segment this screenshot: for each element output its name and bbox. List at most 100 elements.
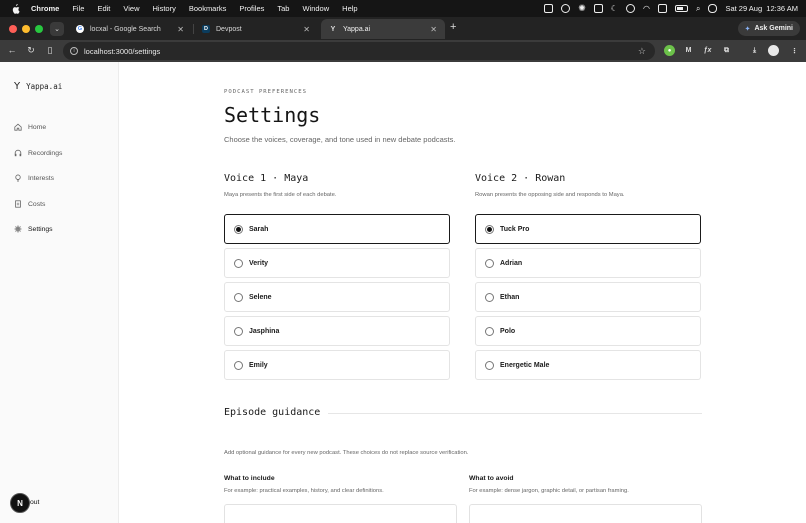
menu-tab[interactable]: Tab xyxy=(277,4,289,13)
address-bar[interactable]: i localhost:3000/settings ☆ xyxy=(63,42,655,60)
tab-devpost[interactable]: D Devpost ✕ xyxy=(194,19,318,39)
menu-help[interactable]: Help xyxy=(342,4,357,13)
sidebar-toggle-icon[interactable]: ▯ xyxy=(44,44,56,56)
voice-1-option[interactable]: Emily xyxy=(224,350,450,380)
zoom-window-button[interactable] xyxy=(35,25,43,33)
option-label: Emily xyxy=(249,361,268,369)
control-center-icon[interactable] xyxy=(708,4,718,13)
sidebar-item-label: Settings xyxy=(28,225,53,233)
brand[interactable]: Y Yappa.ai xyxy=(14,81,62,92)
include-textarea[interactable] xyxy=(224,504,457,523)
voice-2-option[interactable]: Ethan xyxy=(475,282,701,312)
sidebar-item-home[interactable]: Home xyxy=(14,120,46,134)
menu-window[interactable]: Window xyxy=(302,4,329,13)
brand-name: Yappa.ai xyxy=(26,82,63,91)
menu-app-chrome[interactable]: Chrome xyxy=(31,4,59,13)
sidebar-item-costs[interactable]: Costs xyxy=(14,197,45,211)
search-icon[interactable]: ⌕ xyxy=(696,4,700,14)
radio-icon[interactable] xyxy=(234,360,243,370)
menu-history[interactable]: History xyxy=(153,4,176,13)
status-app-icon[interactable] xyxy=(544,4,554,13)
menu-profiles[interactable]: Profiles xyxy=(239,4,264,13)
menu-edit[interactable]: Edit xyxy=(97,4,110,13)
site-info-icon[interactable]: i xyxy=(70,47,78,55)
moon-icon[interactable]: ☾ xyxy=(611,4,618,13)
radio-icon[interactable] xyxy=(485,360,494,370)
google-favicon-icon: G xyxy=(76,25,84,33)
radio-icon[interactable] xyxy=(234,292,243,302)
new-tab-plus-icon[interactable]: + xyxy=(450,21,456,33)
sidebar-item-interests[interactable]: Interests xyxy=(14,171,54,185)
activity-icon[interactable] xyxy=(657,4,667,13)
extension-m-icon[interactable]: M xyxy=(683,45,694,56)
extensions-puzzle-icon[interactable]: ⧉ xyxy=(721,45,732,56)
browser-toolbar: ← ↻ ▯ i localhost:3000/settings ☆ ● M ƒx… xyxy=(0,40,806,62)
radio-icon[interactable] xyxy=(234,258,243,268)
sidebar-item-recordings[interactable]: Recordings xyxy=(14,146,62,160)
minimize-window-button[interactable] xyxy=(22,25,30,33)
avoid-textarea[interactable] xyxy=(469,504,702,523)
extension-green-icon[interactable]: ● xyxy=(664,45,675,56)
option-label: Tuck Pro xyxy=(500,225,530,233)
gemini-sparkle-icon: ✦ xyxy=(744,25,751,33)
voice-2-option[interactable]: Polo xyxy=(475,316,701,346)
apple-logo-icon[interactable] xyxy=(10,3,20,14)
menu-view[interactable]: View xyxy=(123,4,139,13)
menu-file[interactable]: File xyxy=(72,4,84,13)
option-label: Polo xyxy=(500,327,516,335)
address-url[interactable]: localhost:3000/settings xyxy=(84,47,160,56)
close-tab-icon[interactable]: ✕ xyxy=(303,25,310,34)
voice-2-group: Voice 2 · Rowan Rowan presents the oppos… xyxy=(475,173,701,380)
sidebar-item-label: Home xyxy=(28,123,47,131)
voice-1-heading: Voice 1 · Maya xyxy=(224,173,309,184)
close-window-button[interactable] xyxy=(9,25,17,33)
radio-icon[interactable] xyxy=(485,292,494,302)
wifi-icon[interactable]: ◠ xyxy=(643,4,650,13)
sidebar-footer-link[interactable]: out xyxy=(30,499,39,506)
tab-yappa[interactable]: Y Yappa.ai ✕ xyxy=(321,19,445,39)
voice-2-option[interactable]: Adrian xyxy=(475,248,701,278)
voice-1-option[interactable]: Verity xyxy=(224,248,450,278)
voice-2-option[interactable]: Energetic Male xyxy=(475,350,701,380)
include-field-hint: For example: practical examples, history… xyxy=(224,488,384,494)
profile-avatar[interactable] xyxy=(768,45,779,56)
downloads-icon[interactable]: ⤓ xyxy=(749,45,760,56)
tab-search-chevron-down-icon[interactable]: ⌄ xyxy=(50,22,64,36)
voice-1-option[interactable]: Sarah xyxy=(224,214,450,244)
menu-bookmarks[interactable]: Bookmarks xyxy=(189,4,227,13)
play-icon[interactable] xyxy=(625,4,635,13)
menubar-clock[interactable]: Sat 29 Aug 12:36 AM xyxy=(725,4,798,13)
radio-selected-icon[interactable] xyxy=(485,224,494,234)
notion-icon[interactable] xyxy=(593,4,603,13)
close-tab-icon[interactable]: ✕ xyxy=(177,25,184,34)
back-arrow-icon[interactable]: ← xyxy=(6,44,18,56)
radio-icon[interactable] xyxy=(485,326,494,336)
status-circle-icon[interactable] xyxy=(561,4,571,13)
nextjs-dev-badge[interactable]: N xyxy=(10,493,30,513)
voice-1-option[interactable]: Selene xyxy=(224,282,450,312)
close-tab-icon[interactable]: ✕ xyxy=(430,25,437,34)
radio-selected-icon[interactable] xyxy=(234,224,243,234)
brightness-icon[interactable]: ✺ xyxy=(578,3,586,14)
extension-fx-icon[interactable]: ƒx xyxy=(702,45,713,56)
tab-google-search[interactable]: G locxal - Google Search ✕ xyxy=(68,19,192,39)
document-icon xyxy=(15,200,21,208)
bookmark-star-icon[interactable]: ☆ xyxy=(638,46,646,57)
sidebar-item-settings[interactable]: Settings xyxy=(14,222,53,236)
voice-2-option[interactable]: Tuck Pro xyxy=(475,214,701,244)
voice-1-option[interactable]: Jasphina xyxy=(224,316,450,346)
reload-icon[interactable]: ↻ xyxy=(25,44,37,56)
radio-icon[interactable] xyxy=(485,258,494,268)
page-subtitle: Choose the voices, coverage, and tone us… xyxy=(224,135,456,144)
sidebar-item-label: Recordings xyxy=(28,149,63,157)
episode-guidance-heading: Episode guidance xyxy=(224,407,321,418)
radio-icon[interactable] xyxy=(234,326,243,336)
tab-title: Devpost xyxy=(216,25,242,33)
sidebar-item-label: Costs xyxy=(28,200,46,208)
battery-icon[interactable] xyxy=(674,5,688,12)
option-label: Sarah xyxy=(249,225,269,233)
more-menu-icon[interactable]: ⋮ xyxy=(789,45,800,56)
tab-title: locxal - Google Search xyxy=(90,25,161,33)
ask-gemini-button[interactable]: ✦ Ask Gemini xyxy=(737,21,800,36)
episode-guidance-description: Add optional guidance for every new podc… xyxy=(224,450,469,456)
